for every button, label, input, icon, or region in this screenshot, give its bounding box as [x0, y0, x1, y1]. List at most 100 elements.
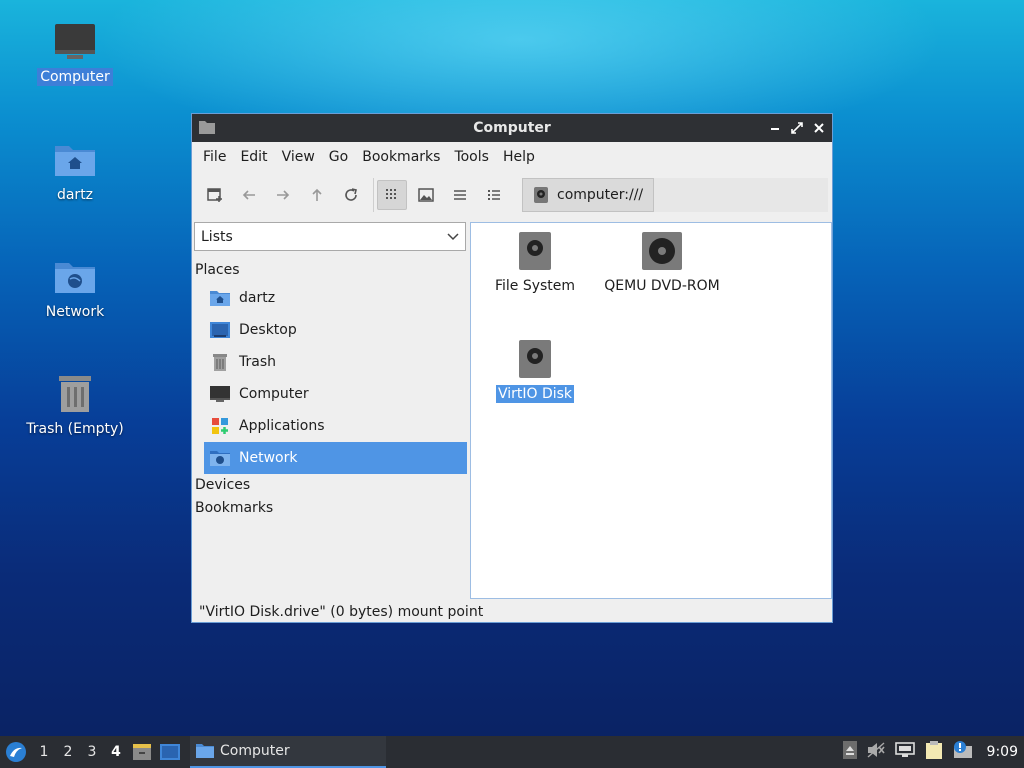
- side-pane-mode-value: Lists: [201, 228, 233, 245]
- system-tray: 9:09: [842, 736, 1024, 768]
- taskbar: 1 2 3 4 Computer 9:09: [0, 736, 1024, 768]
- item-qemu-dvd-rom[interactable]: QEMU DVD-ROM: [599, 231, 725, 295]
- compact-view-button[interactable]: [445, 180, 475, 210]
- item-file-system[interactable]: File System: [493, 231, 577, 295]
- menu-bookmarks[interactable]: Bookmarks: [355, 142, 447, 172]
- detailed-list-view-button[interactable]: [479, 180, 509, 210]
- location-text: computer:///: [557, 187, 644, 203]
- start-menu-button[interactable]: [0, 741, 32, 763]
- menu-file[interactable]: File: [196, 142, 233, 172]
- arrow-right-icon: [277, 190, 290, 200]
- sidebar-item-computer[interactable]: Computer: [204, 378, 467, 410]
- sidebar-item-label: Desktop: [239, 322, 297, 338]
- network-icon: [210, 448, 230, 468]
- harddisk-icon: [534, 187, 548, 203]
- desktop-icon-computer[interactable]: Computer: [20, 22, 130, 86]
- sidebar-item-network[interactable]: Network: [204, 442, 467, 474]
- desktop-icon-label: dartz: [56, 187, 94, 203]
- computer-icon: [210, 384, 230, 404]
- bookmarks-header[interactable]: Bookmarks: [195, 500, 273, 516]
- show-desktop-button[interactable]: [156, 744, 184, 760]
- workspace-1[interactable]: 1: [32, 744, 56, 760]
- notification-icon: [953, 741, 972, 758]
- title-bar[interactable]: Computer: [192, 114, 832, 142]
- desktop-icon-network[interactable]: Network: [20, 257, 130, 321]
- sidebar-item-trash[interactable]: Trash: [204, 346, 467, 378]
- eject-icon: [842, 741, 857, 759]
- sidebar-item-applications[interactable]: Applications: [204, 410, 467, 442]
- desktop-icon: [210, 320, 230, 340]
- network-status-button[interactable]: [894, 742, 915, 762]
- new-tab-button[interactable]: [200, 180, 230, 210]
- back-button[interactable]: [234, 180, 264, 210]
- sidebar-item-label: Computer: [239, 386, 309, 402]
- minimize-icon: [771, 128, 779, 130]
- desktop-icon-dartz[interactable]: dartz: [20, 140, 130, 204]
- desktop-icon-label: Network: [45, 304, 105, 320]
- network-folder-icon: [55, 263, 95, 293]
- sidebar-item-label: dartz: [239, 290, 276, 306]
- close-button[interactable]: [812, 121, 826, 135]
- menu-help[interactable]: Help: [496, 142, 542, 172]
- forward-button[interactable]: [268, 180, 298, 210]
- desktop-icon-trash[interactable]: Trash (Empty): [20, 372, 130, 438]
- reload-button[interactable]: [336, 180, 366, 210]
- volume-muted-button[interactable]: [867, 742, 885, 762]
- desktop-icon: [160, 744, 180, 760]
- clock[interactable]: 9:09: [987, 744, 1018, 760]
- image-icon: [418, 188, 434, 202]
- trash-icon: [210, 352, 230, 372]
- location-bar: computer:///: [522, 178, 828, 212]
- desktop-icon-label: Computer: [37, 68, 113, 86]
- menu-tools[interactable]: Tools: [447, 142, 496, 172]
- maximize-icon: [791, 122, 803, 134]
- folder-icon: [196, 744, 214, 758]
- places-header[interactable]: Places: [195, 262, 240, 278]
- toolbar: computer:///: [192, 172, 832, 218]
- menu-go[interactable]: Go: [322, 142, 355, 172]
- notification-button[interactable]: [953, 741, 973, 763]
- home-folder-icon: [210, 288, 230, 308]
- clipboard-icon: [925, 741, 942, 759]
- computer-icon: [55, 24, 95, 59]
- workspace-4[interactable]: 4: [104, 744, 128, 760]
- file-manager-launcher[interactable]: [128, 743, 156, 761]
- taskbar-window-computer[interactable]: Computer: [190, 736, 386, 768]
- sidebar-item-label: Network: [239, 450, 298, 466]
- applications-icon: [210, 416, 230, 436]
- trash-icon: [59, 376, 91, 412]
- home-folder-icon: [55, 146, 95, 176]
- clipboard-button[interactable]: [925, 740, 943, 764]
- list-detail-icon: [488, 190, 500, 200]
- file-cabinet-icon: [133, 744, 151, 760]
- harddisk-icon: [519, 232, 551, 270]
- up-button[interactable]: [302, 180, 332, 210]
- thumbnail-view-button[interactable]: [411, 180, 441, 210]
- list-compact-icon: [454, 190, 466, 200]
- item-virtio-disk[interactable]: VirtIO Disk: [493, 339, 577, 403]
- workspace-2[interactable]: 2: [56, 744, 80, 760]
- maximize-button[interactable]: [790, 121, 804, 135]
- new-tab-icon: [207, 188, 222, 202]
- icon-view-button[interactable]: [377, 180, 407, 210]
- arrow-up-icon: [312, 188, 322, 201]
- workspace-3[interactable]: 3: [80, 744, 104, 760]
- window-title: Computer: [473, 120, 551, 136]
- sidebar-item-dartz[interactable]: dartz: [204, 282, 467, 314]
- minimize-button[interactable]: [768, 121, 782, 135]
- sidebar-item-label: Applications: [239, 418, 325, 434]
- folder-view[interactable]: File System QEMU DVD-ROM VirtIO Disk: [470, 222, 832, 599]
- toolbar-separator: [373, 178, 374, 212]
- item-label: File System: [494, 278, 576, 294]
- file-manager-window: Computer File Edit View Go Bookmarks Too…: [191, 113, 833, 623]
- side-pane-mode-select[interactable]: Lists: [194, 222, 466, 251]
- menu-view[interactable]: View: [275, 142, 322, 172]
- menu-edit[interactable]: Edit: [233, 142, 274, 172]
- reload-icon: [345, 188, 357, 201]
- eject-button[interactable]: [842, 741, 857, 763]
- sidebar-item-desktop[interactable]: Desktop: [204, 314, 467, 346]
- task-label: Computer: [220, 743, 290, 759]
- path-button-computer[interactable]: computer:///: [522, 178, 654, 212]
- item-label: QEMU DVD-ROM: [604, 278, 720, 294]
- devices-header[interactable]: Devices: [195, 477, 250, 493]
